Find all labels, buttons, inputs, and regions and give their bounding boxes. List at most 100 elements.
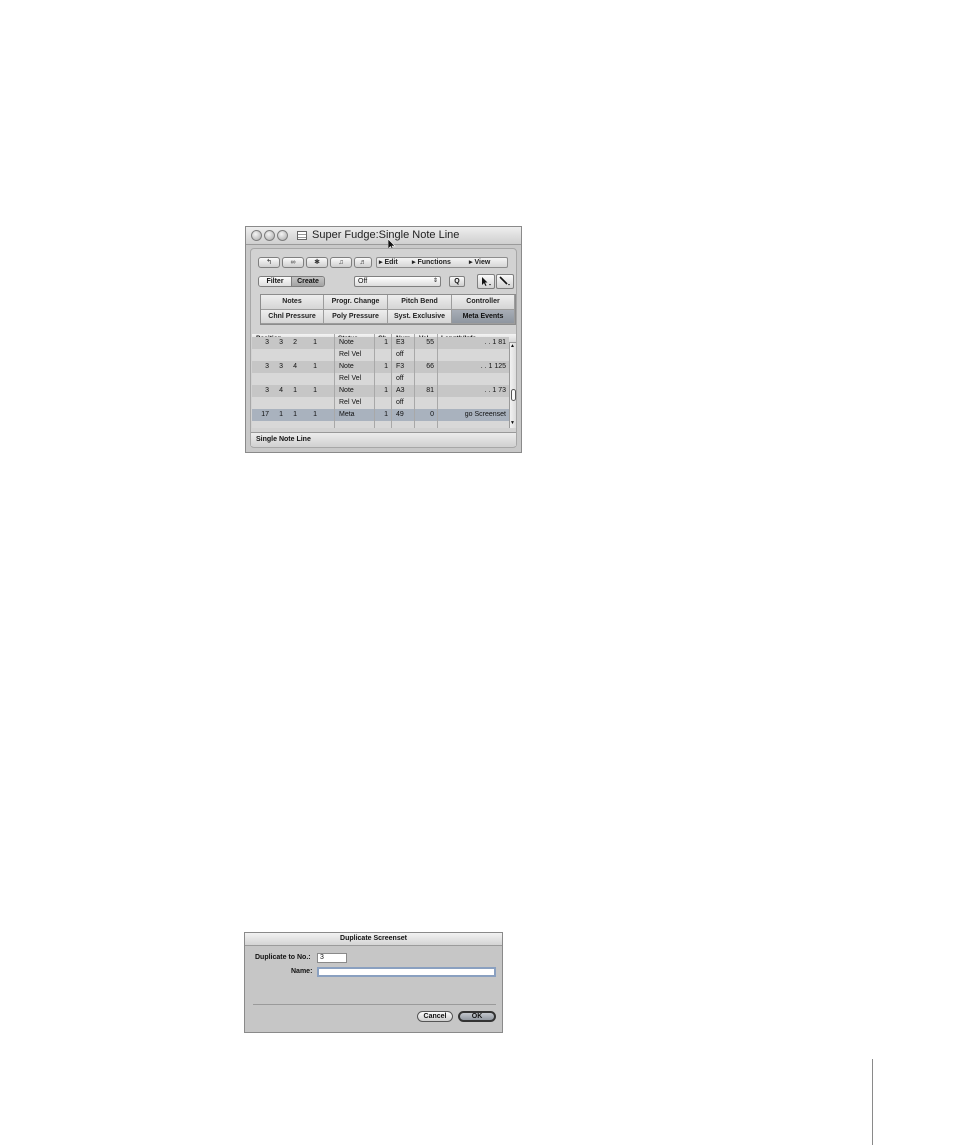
- pencil-tool-button[interactable]: [496, 274, 514, 289]
- updown-arrows-icon: ⇕: [432, 278, 438, 284]
- table-row[interactable]: Rel Vel off: [252, 349, 509, 361]
- minimize-button[interactable]: [264, 230, 275, 241]
- table-cell: 1: [384, 339, 388, 346]
- column-divider: [414, 334, 415, 428]
- table-cell: 3: [279, 339, 283, 346]
- midi-in-button[interactable]: ♫: [330, 257, 352, 268]
- quantize-button[interactable]: Q: [449, 276, 465, 287]
- table-cell: off: [396, 351, 404, 358]
- table-cell: 1: [313, 387, 317, 394]
- table-cell: Rel Vel: [339, 351, 362, 358]
- dialog-title: Duplicate Screenset: [245, 933, 502, 946]
- window-title: Super Fudge:Single Note Line: [312, 229, 460, 241]
- filter-create-toggle: Filter Create: [258, 276, 325, 287]
- table-row[interactable]: 3 3 2 1 Note 1 E3 55 . . 1 81: [252, 337, 509, 349]
- scroll-up-icon[interactable]: ▲: [510, 343, 515, 349]
- category-system-exclusive[interactable]: Syst. Exclusive: [388, 310, 452, 324]
- link-icon: ∞: [290, 259, 296, 266]
- hierarchy-up-button[interactable]: ↰: [258, 257, 280, 268]
- window-titlebar[interactable]: Super Fudge:Single Note Line: [246, 227, 521, 251]
- ok-button[interactable]: OK: [458, 1011, 496, 1022]
- table-cell: Meta: [339, 411, 355, 418]
- menu-edit[interactable]: ▸ Edit: [379, 259, 398, 267]
- table-cell: 1: [293, 411, 297, 418]
- create-button[interactable]: Create: [291, 277, 324, 286]
- column-divider: [437, 334, 438, 428]
- status-bar: Single Note Line: [251, 432, 516, 446]
- pointer-tool-button[interactable]: [477, 274, 495, 289]
- table-cell: 2: [293, 339, 297, 346]
- table-cell: 0: [430, 411, 434, 418]
- table-cell: 1: [384, 411, 388, 418]
- table-cell: Note: [339, 339, 354, 346]
- midi-out-button[interactable]: ♬: [354, 257, 372, 268]
- link-button[interactable]: ∞: [282, 257, 304, 268]
- event-list-panel: ↰ ∞ ✱ ♫ ♬ ▸ Edit ▸ Functions ▸ View Filt…: [250, 248, 517, 448]
- table-cell: 3: [265, 339, 269, 346]
- table-cell: 81: [426, 387, 434, 394]
- pencil-tool-icon: [499, 276, 510, 286]
- table-cell: 3: [279, 363, 283, 370]
- table-cell: 55: [426, 339, 434, 346]
- table-row[interactable]: 3 3 4 1 Note 1 F3 66 . . 1 125: [252, 361, 509, 373]
- table-cell: 3: [265, 363, 269, 370]
- table-cell: 1: [313, 363, 317, 370]
- arrow-up-left-icon: ↰: [266, 259, 272, 266]
- table-cell: 49: [396, 411, 404, 418]
- table-cell: 1: [313, 339, 317, 346]
- table-cell: 1: [279, 411, 283, 418]
- catch-button[interactable]: ✱: [306, 257, 328, 268]
- close-button[interactable]: [251, 230, 262, 241]
- category-meta-events[interactable]: Meta Events: [452, 310, 515, 324]
- duplicate-screenset-dialog: Duplicate Screenset Duplicate to No.: 3 …: [244, 932, 503, 1033]
- column-divider: [334, 334, 335, 428]
- event-list: Position Status Ch Num Val Length/Info 3…: [252, 334, 516, 428]
- table-cell: 4: [279, 387, 283, 394]
- filter-select[interactable]: Off ⇕: [354, 276, 441, 287]
- table-cell: . . 1 125: [480, 363, 506, 370]
- category-channel-pressure[interactable]: Chnl Pressure: [261, 310, 324, 324]
- table-row[interactable]: 3 4 1 1 Note 1 A3 81 . . 1 73: [252, 385, 509, 397]
- table-cell: . . 1 73: [484, 387, 506, 394]
- menu-view[interactable]: ▸ View: [469, 259, 490, 267]
- event-type-buttons: Notes Progr. Change Pitch Bend Controlle…: [260, 294, 516, 325]
- table-row[interactable]: Rel Vel off: [252, 397, 509, 409]
- table-cell: 66: [426, 363, 434, 370]
- name-label: Name:: [291, 968, 313, 975]
- table-cell: E3: [396, 339, 405, 346]
- duplicate-number-label: Duplicate to No.:: [255, 954, 311, 961]
- vertical-scrollbar[interactable]: ▲ ▼: [509, 343, 516, 428]
- category-program-change[interactable]: Progr. Change: [324, 295, 388, 310]
- zoom-button[interactable]: [277, 230, 288, 241]
- scroll-down-icon[interactable]: ▼: [510, 420, 515, 426]
- table-cell: Rel Vel: [339, 399, 362, 406]
- table-cell: 4: [293, 363, 297, 370]
- table-row[interactable]: Rel Vel off: [252, 373, 509, 385]
- table-cell: off: [396, 399, 404, 406]
- category-poly-pressure[interactable]: Poly Pressure: [324, 310, 388, 324]
- table-cell: 1: [384, 363, 388, 370]
- duplicate-number-field[interactable]: 3: [317, 953, 347, 963]
- cancel-button[interactable]: Cancel: [417, 1011, 453, 1022]
- dialog-divider: [253, 1004, 496, 1005]
- table-cell: 1: [384, 387, 388, 394]
- local-menu-bar: ▸ Edit ▸ Functions ▸ View: [376, 257, 508, 268]
- category-pitch-bend[interactable]: Pitch Bend: [388, 295, 452, 310]
- table-row[interactable]: 17 1 1 1 Meta 1 49 0 go Screenset: [252, 409, 509, 421]
- table-cell: Rel Vel: [339, 375, 362, 382]
- midi-in-icon: ♫: [338, 259, 344, 266]
- table-cell: A3: [396, 387, 405, 394]
- table-cell: Note: [339, 387, 354, 394]
- category-controller[interactable]: Controller: [452, 295, 515, 310]
- event-list-window: Super Fudge:Single Note Line ↰ ∞ ✱ ♫ ♬ ▸…: [245, 226, 522, 453]
- menu-functions[interactable]: ▸ Functions: [412, 259, 451, 267]
- table-cell: . . 1 81: [484, 339, 506, 346]
- catch-icon: ✱: [314, 259, 320, 266]
- table-cell: 1: [293, 387, 297, 394]
- table-cell: 3: [265, 387, 269, 394]
- table-cell: F3: [396, 363, 405, 370]
- scrollbar-thumb[interactable]: [511, 389, 516, 401]
- name-field[interactable]: [317, 967, 496, 977]
- category-notes[interactable]: Notes: [261, 295, 324, 310]
- filter-button[interactable]: Filter: [259, 277, 291, 286]
